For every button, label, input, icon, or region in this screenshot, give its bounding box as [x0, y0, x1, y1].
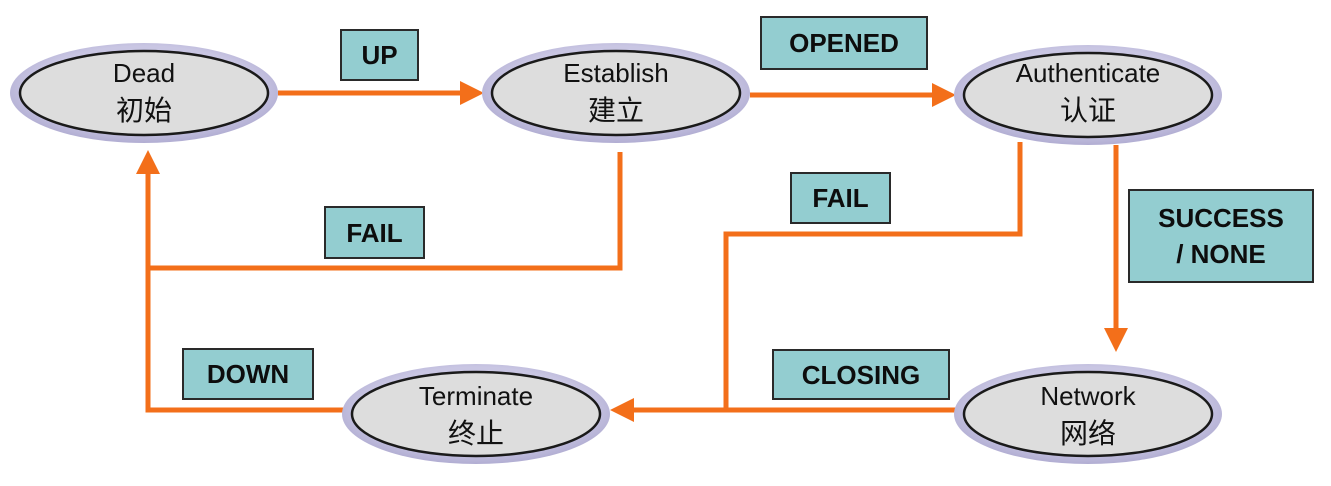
state-node-terminate: Terminate 终止 [342, 364, 610, 464]
arrowhead-up [460, 81, 484, 105]
arrowhead-closing [610, 398, 634, 422]
state-node-authenticate: Authenticate 认证 [954, 45, 1222, 145]
transition-label-closing: CLOSING [772, 349, 950, 400]
state-label-cn: 认证 [1060, 94, 1116, 127]
state-node-dead: Dead 初始 [10, 43, 278, 143]
state-node-network: Network 网络 [954, 364, 1222, 464]
state-label-en: Establish [563, 58, 669, 88]
state-label-en: Terminate [419, 381, 533, 411]
transition-label-fail-authenticate: FAIL [790, 172, 891, 224]
transition-label-fail-establish: FAIL [324, 206, 425, 259]
state-label-cn: 建立 [588, 94, 644, 127]
arrowhead-opened [932, 83, 956, 107]
transition-label-down: DOWN [182, 348, 314, 400]
transition-label-success-none: SUCCESS / NONE [1128, 189, 1314, 283]
state-label-cn: 初始 [116, 94, 172, 127]
state-node-establish: Establish 建立 [482, 43, 750, 143]
state-label-en: Dead [113, 58, 175, 88]
state-label-cn: 网络 [1060, 417, 1116, 450]
state-label-cn: 终止 [448, 417, 504, 450]
arrowhead-success [1104, 328, 1128, 352]
state-label-en: Authenticate [1016, 58, 1161, 88]
arrowhead-down [136, 150, 160, 174]
transition-label-opened: OPENED [760, 16, 928, 70]
state-label-en: Network [1040, 381, 1136, 411]
transition-label-up: UP [340, 29, 419, 81]
